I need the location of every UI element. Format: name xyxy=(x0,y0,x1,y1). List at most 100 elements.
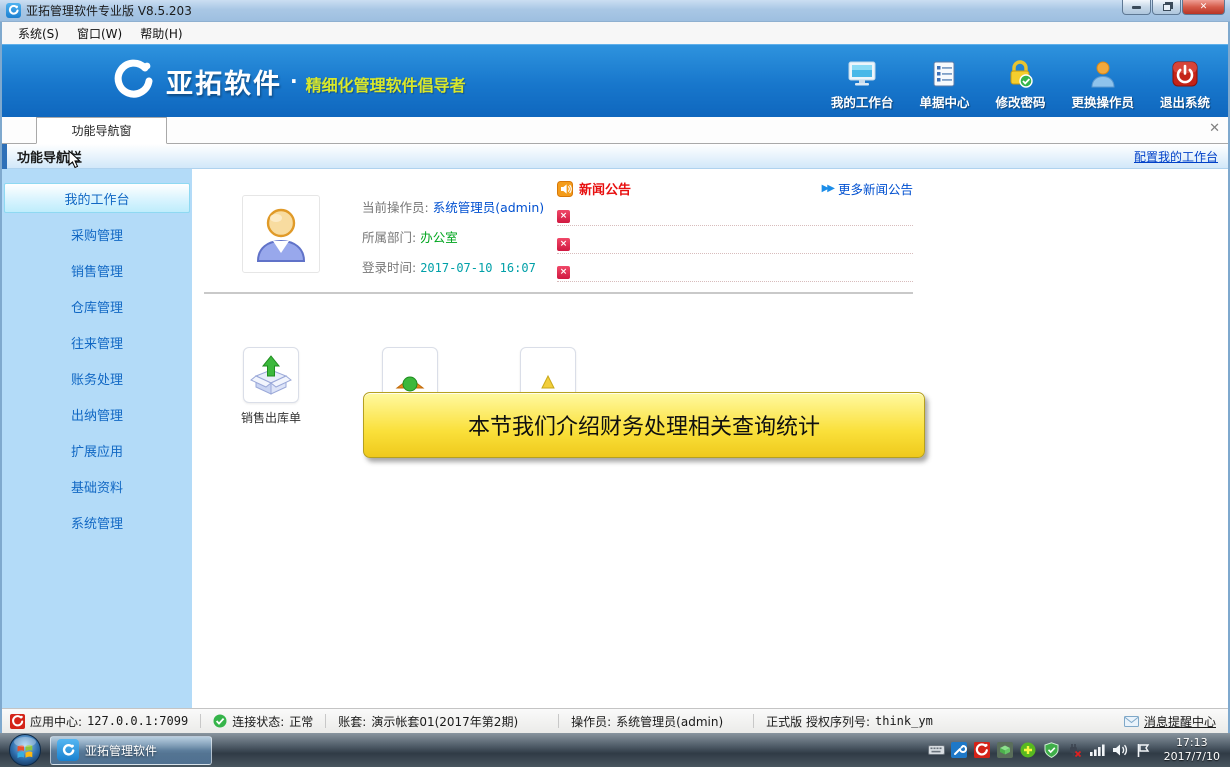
mouse-cursor xyxy=(68,150,81,172)
login-time-row: 登录时间: 2017-07-10 16:07 xyxy=(362,257,544,276)
toolbar-switch-operator[interactable]: 更换操作员 xyxy=(1071,59,1134,111)
department-value: 办公室 xyxy=(420,230,458,245)
volume-icon[interactable] xyxy=(1112,742,1129,759)
tab-function-navigation[interactable]: 功能导航窗 xyxy=(36,117,167,144)
sidebar-item-contacts[interactable]: 往来管理 xyxy=(4,327,190,357)
sidebar-item-base-data[interactable]: 基础资料 xyxy=(4,471,190,501)
breadcrumb-accent xyxy=(2,144,7,169)
shortcut-label: 销售出库单 xyxy=(236,409,306,426)
more-news-link[interactable]: ▶▶ 更多新闻公告 xyxy=(822,179,913,198)
tray-green-plus-icon[interactable] xyxy=(1020,742,1037,759)
news-item-icon: × xyxy=(557,266,570,279)
callout-text: 本节我们介绍财务处理相关查询统计 xyxy=(468,409,820,441)
status-operator-value: 系统管理员(admin) xyxy=(616,713,723,730)
header-toolbar: 我的工作台 单据中心 修改密码 xyxy=(831,59,1210,111)
restore-button[interactable] xyxy=(1152,0,1181,15)
operator-row: 当前操作员: 系统管理员(admin) xyxy=(362,197,544,216)
tutorial-callout: 本节我们介绍财务处理相关查询统计 xyxy=(363,392,925,458)
tray-power-plug-icon[interactable] xyxy=(1066,742,1083,759)
menu-window[interactable]: 窗口(W) xyxy=(69,23,130,44)
sidebar-item-sales[interactable]: 销售管理 xyxy=(4,255,190,285)
news-speaker-icon xyxy=(557,181,573,197)
app-center-icon xyxy=(10,714,25,729)
operator-status: 操作员: 系统管理员(admin) xyxy=(571,713,723,730)
shortcut-sales-outbound[interactable]: 销售出库单 xyxy=(236,347,306,426)
configure-workbench-link[interactable]: 配置我的工作台 xyxy=(1134,148,1218,165)
menu-help[interactable]: 帮助(H) xyxy=(132,23,190,44)
sidebar-item-accounting[interactable]: 账务处理 xyxy=(4,363,190,393)
tab-strip: 功能导航窗 ✕ xyxy=(2,117,1228,144)
news-item[interactable]: × xyxy=(557,266,913,282)
sidebar-item-my-workbench[interactable]: 我的工作台 xyxy=(4,183,190,213)
window-controls: ✕ xyxy=(1122,0,1225,15)
double-arrow-icon: ▶▶ xyxy=(822,183,833,194)
sidebar-item-extensions[interactable]: 扩展应用 xyxy=(4,435,190,465)
envelope-icon xyxy=(1124,716,1139,727)
news-item[interactable]: × xyxy=(557,238,913,254)
toolbar-change-password[interactable]: 修改密码 xyxy=(995,59,1045,111)
news-header: 新闻公告 ▶▶ 更多新闻公告 xyxy=(557,179,913,198)
system-tray: 17:13 2017/7/10 xyxy=(928,733,1226,767)
sidebar-item-cashier[interactable]: 出纳管理 xyxy=(4,399,190,429)
window-title: 亚拓管理软件专业版 V8.5.203 xyxy=(26,2,192,19)
operator-value: 系统管理员(admin) xyxy=(433,200,544,215)
workbench-monitor-icon xyxy=(845,59,879,89)
workspace-content: 当前操作员: 系统管理员(admin) 所属部门: 办公室 登录时间: 2017… xyxy=(192,169,1228,708)
message-center-link[interactable]: 消息提醒中心 xyxy=(1124,713,1216,730)
sidebar-item-system[interactable]: 系统管理 xyxy=(4,507,190,537)
menu-bar: 系统(S) 窗口(W) 帮助(H) xyxy=(2,22,1228,44)
windows-taskbar: 亚拓管理软件 xyxy=(0,733,1230,767)
tray-yatuo-icon[interactable] xyxy=(974,742,991,759)
sidebar-item-warehouse[interactable]: 仓库管理 xyxy=(4,291,190,321)
switch-operator-icon xyxy=(1086,59,1120,89)
main-area: 我的工作台 采购管理 销售管理 仓库管理 往来管理 账务处理 出纳管理 扩展应用… xyxy=(2,169,1228,708)
section-divider xyxy=(204,292,913,294)
brand-slogan: 精细化管理软件倡导者 xyxy=(306,66,466,96)
sidebar-item-purchase[interactable]: 采购管理 xyxy=(4,219,190,249)
action-center-flag-icon[interactable] xyxy=(1135,742,1152,759)
brand-logo-icon xyxy=(112,59,156,103)
connection-ok-icon xyxy=(213,714,227,728)
department-row: 所属部门: 办公室 xyxy=(362,227,544,246)
toolbar-my-workbench[interactable]: 我的工作台 xyxy=(831,59,894,111)
clock-date: 2017/7/10 xyxy=(1164,750,1220,764)
connection-value: 正常 xyxy=(289,713,313,730)
toolbar-exit-system[interactable]: 退出系统 xyxy=(1160,59,1210,111)
menu-system[interactable]: 系统(S) xyxy=(10,23,67,44)
change-password-lock-icon xyxy=(1003,59,1037,89)
breadcrumb-bar: 功能导航栏 配置我的工作台 xyxy=(2,144,1228,169)
tray-wrench-icon[interactable] xyxy=(951,742,968,759)
taskbar-app-icon xyxy=(57,739,79,761)
start-button[interactable] xyxy=(8,733,42,767)
app-center-status: 应用中心: 127.0.0.1:7099 xyxy=(10,713,188,730)
tray-shield-icon[interactable] xyxy=(1043,742,1060,759)
toolbar-document-center[interactable]: 单据中心 xyxy=(919,59,969,111)
user-info: 当前操作员: 系统管理员(admin) 所属部门: 办公室 登录时间: 2017… xyxy=(362,197,544,276)
app-logo-icon xyxy=(6,3,21,18)
network-signal-icon[interactable] xyxy=(1089,742,1106,759)
document-center-icon xyxy=(927,59,961,89)
news-title: 新闻公告 xyxy=(579,179,631,198)
avatar xyxy=(242,195,320,273)
brand-name: 亚拓软件 xyxy=(166,62,282,101)
window-frame: 系统(S) 窗口(W) 帮助(H) 亚拓软件 · 精细化管理软件倡导者 我的工作… xyxy=(0,22,1230,733)
taskbar-clock[interactable]: 17:13 2017/7/10 xyxy=(1164,736,1220,765)
app-center-address: 127.0.0.1:7099 xyxy=(87,714,188,728)
clock-time: 17:13 xyxy=(1164,736,1220,750)
news-panel: 新闻公告 ▶▶ 更多新闻公告 × × × xyxy=(557,179,913,282)
tab-close-icon[interactable]: ✕ xyxy=(1209,122,1220,135)
connection-status: 连接状态: 正常 xyxy=(213,713,313,730)
minimize-button[interactable] xyxy=(1122,0,1151,15)
tray-green-box-icon[interactable] xyxy=(997,742,1014,759)
account-set-status: 账套: 演示帐套01(2017年第2期) xyxy=(338,713,518,730)
close-button[interactable]: ✕ xyxy=(1182,0,1225,15)
navigation-sidebar: 我的工作台 采购管理 销售管理 仓库管理 往来管理 账务处理 出纳管理 扩展应用… xyxy=(2,169,192,708)
exit-power-icon xyxy=(1168,59,1202,89)
sales-outbound-box-icon xyxy=(243,347,299,403)
news-item[interactable]: × xyxy=(557,210,913,226)
taskbar-app-button[interactable]: 亚拓管理软件 xyxy=(50,736,212,765)
titlebar: 亚拓管理软件专业版 V8.5.203 ✕ xyxy=(0,0,1230,22)
news-item-icon: × xyxy=(557,238,570,251)
license-status: 正式版 授权序列号: think_ym xyxy=(766,713,933,730)
keyboard-icon[interactable] xyxy=(928,742,945,759)
